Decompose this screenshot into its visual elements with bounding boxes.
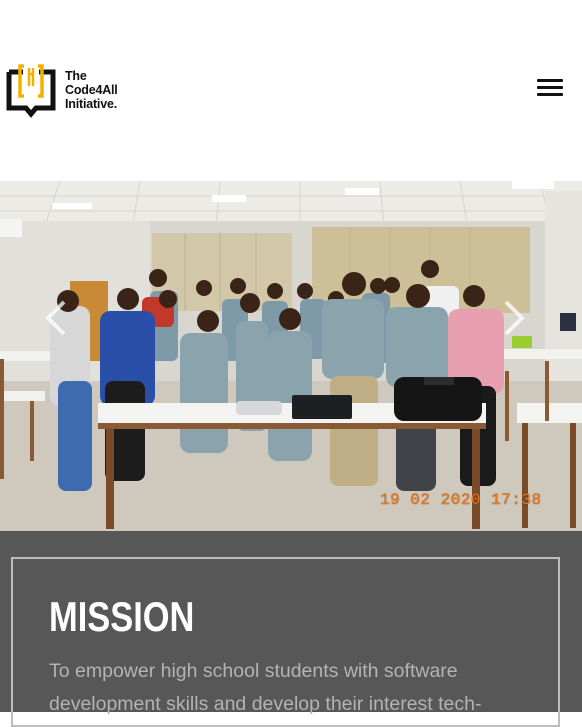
hero-photo [0,181,582,531]
chevron-left-icon [45,300,66,336]
mission-text: To empower high school students with sof… [49,660,482,715]
logo-line-3: Initiative. [65,97,117,111]
mission-section: MISSION To empower high school students … [0,531,582,727]
photo-timestamp: 19 02 2020 17:38 [380,491,542,509]
site-logo[interactable]: The Code4All Initiative. [6,62,118,118]
mission-title: MISSION [49,593,195,640]
mission-card: MISSION To empower high school students … [11,557,560,727]
logo-line-2: Code4All [65,83,118,97]
code4all-logo-icon [6,64,56,118]
carousel-next-button[interactable] [498,298,528,338]
hamburger-menu-icon[interactable] [537,76,565,98]
logo-line-1: The [65,69,87,83]
carousel-prev-button[interactable] [42,298,72,338]
site-header: The Code4All Initiative. [0,0,582,181]
chevron-right-icon [504,300,525,336]
hero-carousel[interactable]: 19 02 2020 17:38 [0,181,582,531]
logo-text: The Code4All Initiative. [65,69,118,111]
